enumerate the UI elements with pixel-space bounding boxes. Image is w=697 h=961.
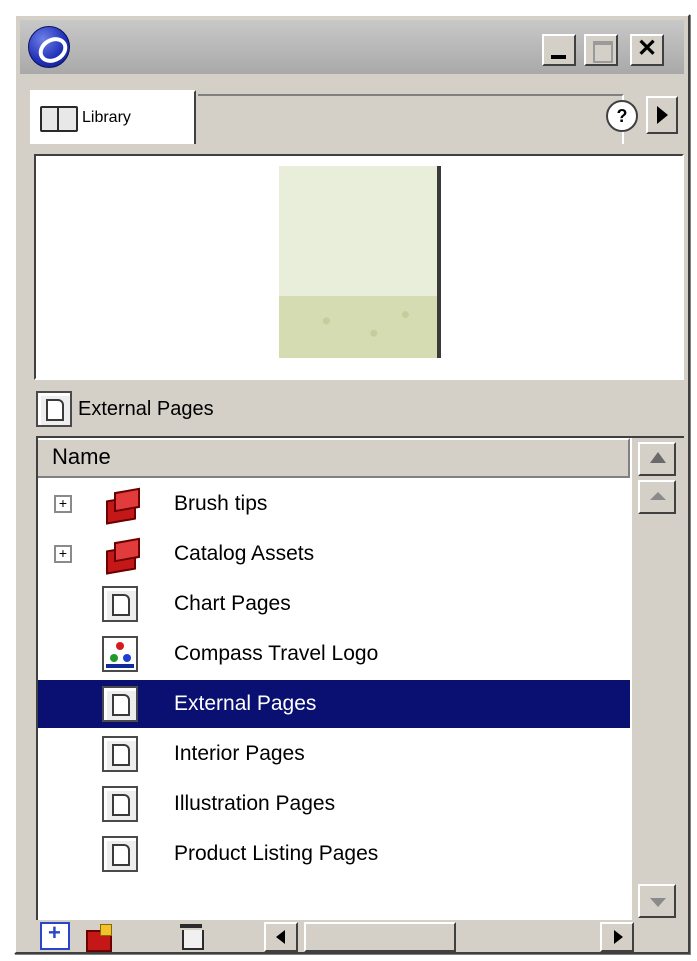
list-item-label: Chart Pages [174, 592, 291, 615]
list-item[interactable]: Product Listing Pages [38, 830, 630, 878]
list-item-label: Product Listing Pages [174, 842, 379, 865]
list-item[interactable]: + Brush tips [38, 480, 630, 528]
list-item-label: Interior Pages [174, 742, 305, 765]
tab-library[interactable]: Library [30, 90, 196, 144]
new-folder-icon[interactable] [40, 920, 70, 950]
list-item[interactable]: Interior Pages [38, 730, 630, 778]
list-item-label: Illustration Pages [174, 792, 336, 815]
column-header-name[interactable]: Name [38, 438, 630, 478]
tab-strip-fill [198, 94, 624, 144]
list-item[interactable]: Compass Travel Logo [38, 630, 630, 678]
folder-icon [102, 486, 138, 522]
tab-row: Library ? [20, 78, 684, 144]
folder-icon [102, 536, 138, 572]
page-icon [36, 391, 72, 427]
list-item-label: Compass Travel Logo [174, 642, 379, 665]
page-icon [102, 786, 138, 822]
panel-menu-button[interactable] [646, 96, 678, 134]
preview-thumbnail [279, 166, 441, 358]
list-item[interactable]: Illustration Pages [38, 780, 630, 828]
page-icon [102, 836, 138, 872]
title-bar[interactable]: ✕ [20, 20, 684, 74]
page-icon [102, 736, 138, 772]
trash-icon[interactable] [176, 922, 206, 950]
library-list: + Brush tips + Catalog Assets Chart Page… [38, 480, 630, 920]
tab-library-label: Library [82, 109, 131, 126]
preview-pane [34, 154, 684, 380]
scroll-thumb[interactable] [304, 922, 456, 952]
list-item-label: Catalog Assets [174, 542, 315, 565]
list-item-label: External Pages [174, 692, 317, 715]
import-icon[interactable] [84, 922, 114, 952]
list-item-label: Brush tips [174, 492, 268, 515]
help-button[interactable]: ? [606, 100, 638, 132]
scroll-right-button[interactable] [600, 922, 634, 952]
vertical-scrollbar[interactable] [632, 438, 684, 920]
list-item-selected[interactable]: External Pages [38, 680, 630, 728]
close-button[interactable]: ✕ [630, 34, 664, 66]
book-icon [38, 104, 78, 132]
selected-item-label: External Pages [78, 397, 214, 420]
library-list-panel: Name + Brush tips + Catalog Assets Chart… [36, 436, 684, 920]
scroll-top-button[interactable] [638, 442, 676, 476]
expand-icon[interactable]: + [54, 545, 72, 563]
expand-icon[interactable]: + [54, 495, 72, 513]
horizontal-scrollbar[interactable] [260, 922, 638, 952]
scroll-left-button[interactable] [264, 922, 298, 952]
minimize-button[interactable] [542, 34, 576, 66]
scroll-down-button[interactable] [638, 884, 676, 918]
list-item[interactable]: + Catalog Assets [38, 530, 630, 578]
list-item[interactable]: Chart Pages [38, 580, 630, 628]
preview-thumbnail-footer [279, 296, 437, 358]
page-icon [102, 586, 138, 622]
bottom-toolbar [20, 920, 684, 952]
graphic-icon [102, 636, 138, 672]
library-window: ✕ Library ? External Pages Name + Brush … [14, 14, 690, 954]
app-logo-icon [28, 26, 70, 68]
page-icon [102, 686, 138, 722]
selected-item-bar: External Pages [36, 384, 676, 434]
scroll-up-button[interactable] [638, 480, 676, 514]
maximize-button[interactable] [584, 34, 618, 66]
